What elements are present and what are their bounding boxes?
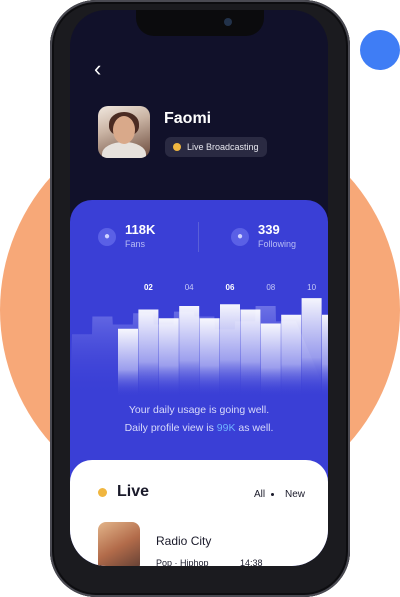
live-section-title: Live (117, 483, 150, 500)
fans-value: 118K (125, 222, 156, 237)
chart-bar (220, 304, 240, 397)
badge-label: Live Broadcasting (187, 142, 259, 152)
following-label: Following (258, 239, 297, 249)
chart-bar (199, 318, 220, 397)
profile-name: Faomi (164, 110, 212, 127)
usage-chart: 02 04 06 08 10 (70, 283, 328, 397)
user-icon: ● (98, 228, 116, 246)
chart-bar (281, 314, 302, 397)
chart-bar (322, 314, 328, 397)
message-prefix: Daily profile view is (124, 422, 217, 434)
filter-all[interactable]: All (254, 489, 265, 500)
chevron-left-icon[interactable]: ‹ (94, 58, 101, 80)
chart-tick-label: 06 (226, 283, 235, 292)
phone-notch (136, 10, 264, 36)
chart-bar (179, 306, 200, 397)
chart-tick-label: 02 (144, 283, 153, 292)
usage-message-line1: Your daily usage is going well. (128, 404, 270, 416)
live-indicator-dot (173, 143, 181, 151)
live-item-time: 14:38 (240, 558, 263, 566)
filter-separator (271, 493, 274, 496)
avatar-shoulders (102, 142, 146, 158)
chart-bar (158, 318, 179, 397)
fans-label: Fans (125, 239, 146, 249)
filter-new[interactable]: New (285, 489, 305, 500)
chart-tick-label: 08 (266, 283, 275, 292)
following-value: 339 (258, 222, 280, 237)
chart-bar (118, 328, 138, 397)
chart-bar (301, 298, 322, 397)
stat-divider (198, 222, 199, 252)
avatar (98, 106, 150, 158)
chart-bar (138, 309, 159, 397)
profile-views-value: 99K (216, 422, 236, 434)
live-status-badge: Live Broadcasting (165, 137, 267, 157)
app-screen: ‹ Faomi Live Broadcasting ● 118K Fans ● … (70, 10, 328, 566)
decorative-dot (360, 30, 400, 70)
camera-icon (224, 18, 232, 26)
avatar-face (113, 116, 135, 144)
live-dot-icon (98, 488, 107, 497)
radio-thumbnail[interactable] (98, 522, 140, 566)
message-suffix: as well. (235, 422, 274, 434)
chart-tick-label: 04 (185, 283, 194, 292)
chart-tick-label: 10 (307, 283, 316, 292)
live-item-subtitle: Pop · Hiphop (156, 558, 209, 566)
usage-message-line2: Daily profile view is 99K as well. (70, 422, 328, 434)
user-icon: ● (231, 228, 249, 246)
chart-bar (260, 323, 281, 397)
chart-bar (240, 309, 261, 397)
live-item-title[interactable]: Radio City (156, 534, 211, 548)
